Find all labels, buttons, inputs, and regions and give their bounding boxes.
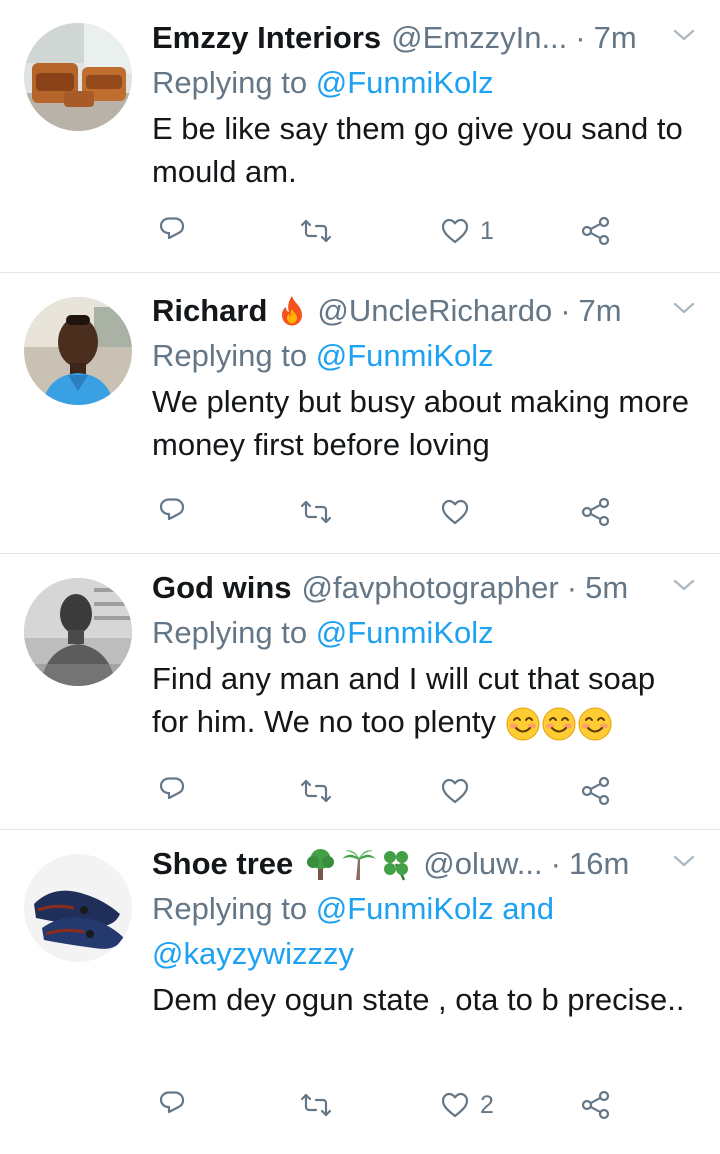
timestamp[interactable]: 5m bbox=[585, 568, 628, 608]
tweet-header: God wins @favphotographer · 5m bbox=[152, 568, 720, 608]
share-button[interactable] bbox=[580, 216, 610, 246]
like-button[interactable] bbox=[440, 497, 480, 527]
share-icon bbox=[581, 216, 610, 246]
tweet-text: We plenty but busy about making more mon… bbox=[152, 384, 690, 462]
tweet-text: Find any man and I will cut that soap fo… bbox=[152, 657, 720, 743]
mention-link[interactable]: @FunmiKolz and bbox=[316, 891, 554, 926]
heart-icon bbox=[441, 499, 469, 525]
timestamp[interactable]: 7m bbox=[579, 291, 622, 331]
separator: · bbox=[566, 570, 578, 605]
chevron-down-icon[interactable] bbox=[672, 297, 696, 319]
reply-icon bbox=[159, 1091, 185, 1114]
retweet-icon bbox=[300, 779, 332, 803]
author-handle[interactable]: @UncleRichardo bbox=[317, 291, 552, 331]
separator: · bbox=[550, 846, 561, 881]
author-handle[interactable]: @EmzzyIn... bbox=[391, 18, 567, 58]
smiling-face-emoji-icon bbox=[505, 706, 540, 741]
author-name[interactable]: Emzzy Interiors bbox=[152, 18, 381, 58]
retweet-button[interactable] bbox=[299, 216, 333, 246]
retweet-icon bbox=[300, 219, 332, 243]
replying-prefix: Replying to bbox=[152, 338, 308, 373]
tweet-header: Richard @UncleRichardo · 7m bbox=[152, 291, 720, 331]
tweet-actions bbox=[0, 776, 720, 810]
share-icon bbox=[581, 776, 610, 806]
tweet-actions: 1 bbox=[0, 216, 720, 250]
heart-icon bbox=[441, 218, 469, 244]
author-handle[interactable]: @oluw... bbox=[423, 844, 542, 884]
like-count: 2 bbox=[480, 1090, 494, 1119]
chevron-down-icon[interactable] bbox=[672, 574, 696, 596]
smiling-face-emoji-icon bbox=[577, 706, 612, 741]
tweet-4[interactable]: Shoe tree @oluw... · 16m Replying to @Fu… bbox=[0, 830, 720, 1154]
share-button[interactable] bbox=[580, 497, 610, 527]
replying-to: Replying to @FunmiKolz and @kayzywizzzy bbox=[152, 886, 720, 976]
tweet-body: Richard @UncleRichardo · 7m Replying to … bbox=[152, 291, 720, 466]
tweet-body: Shoe tree @oluw... · 16m Replying to @Fu… bbox=[152, 844, 720, 1021]
mention-link[interactable]: @FunmiKolz bbox=[316, 338, 494, 373]
replying-to: Replying to @FunmiKolz bbox=[152, 333, 720, 378]
timestamp[interactable]: 7m bbox=[594, 18, 637, 58]
replying-prefix: Replying to bbox=[152, 65, 308, 100]
timestamp[interactable]: 16m bbox=[569, 844, 629, 884]
avatar[interactable] bbox=[24, 854, 132, 962]
reply-button[interactable] bbox=[158, 776, 188, 806]
tweet-actions bbox=[0, 497, 720, 531]
replying-to: Replying to @FunmiKolz bbox=[152, 60, 720, 105]
reply-icon bbox=[159, 217, 185, 240]
tweet-actions: 2 bbox=[0, 1090, 720, 1124]
replying-prefix: Replying to bbox=[152, 615, 308, 650]
reply-button[interactable] bbox=[158, 216, 188, 246]
tweet-body: God wins @favphotographer · 5m Replying … bbox=[152, 568, 720, 743]
mention-link-2[interactable]: @kayzywizzzy bbox=[152, 936, 354, 971]
author-name[interactable]: Richard bbox=[152, 291, 267, 331]
tweet-3[interactable]: God wins @favphotographer · 5m Replying … bbox=[0, 554, 720, 830]
like-button[interactable] bbox=[440, 776, 480, 806]
share-button[interactable] bbox=[580, 776, 610, 806]
reply-icon bbox=[159, 777, 185, 800]
like-button[interactable]: 2 bbox=[440, 1090, 494, 1120]
share-icon bbox=[581, 497, 610, 527]
avatar[interactable] bbox=[24, 23, 132, 131]
like-count: 1 bbox=[480, 216, 494, 245]
retweet-icon bbox=[300, 500, 332, 524]
author-name[interactable]: God wins bbox=[152, 568, 292, 608]
retweet-button[interactable] bbox=[299, 497, 333, 527]
four-leaf-clover-emoji-icon bbox=[379, 847, 413, 881]
share-button[interactable] bbox=[580, 1090, 610, 1120]
reply-button[interactable] bbox=[158, 1090, 188, 1120]
smiling-face-emoji-icon bbox=[541, 706, 576, 741]
tweet-header: Shoe tree @oluw... · 16m bbox=[152, 844, 720, 884]
tree-emoji-icon bbox=[303, 847, 339, 881]
retweet-icon bbox=[300, 1093, 332, 1117]
heart-icon bbox=[441, 778, 469, 804]
retweet-button[interactable] bbox=[299, 776, 333, 806]
mention-link[interactable]: @FunmiKolz bbox=[316, 615, 494, 650]
avatar[interactable] bbox=[24, 578, 132, 686]
share-icon bbox=[581, 1090, 610, 1120]
tweet-body: Emzzy Interiors @EmzzyIn... · 7m Replyin… bbox=[152, 18, 720, 193]
reply-icon bbox=[159, 498, 185, 521]
like-button[interactable]: 1 bbox=[440, 216, 494, 246]
tweet-header: Emzzy Interiors @EmzzyIn... · 7m bbox=[152, 18, 720, 58]
tweet-text: Dem dey ogun state , ota to b precise.. bbox=[152, 982, 685, 1017]
separator: · bbox=[560, 293, 571, 328]
replying-prefix: Replying to bbox=[152, 891, 308, 926]
separator: · bbox=[575, 20, 586, 55]
tweet-2[interactable]: Richard @UncleRichardo · 7m Replying to … bbox=[0, 273, 720, 554]
replying-to: Replying to @FunmiKolz bbox=[152, 610, 720, 655]
fire-emoji-icon bbox=[277, 295, 307, 327]
author-handle[interactable]: @favphotographer bbox=[302, 568, 559, 608]
avatar[interactable] bbox=[24, 297, 132, 405]
heart-icon bbox=[441, 1092, 469, 1118]
reply-button[interactable] bbox=[158, 497, 188, 527]
palm-tree-emoji-icon bbox=[341, 847, 377, 881]
retweet-button[interactable] bbox=[299, 1090, 333, 1120]
author-name[interactable]: Shoe tree bbox=[152, 844, 293, 884]
mention-link[interactable]: @FunmiKolz bbox=[316, 65, 494, 100]
chevron-down-icon[interactable] bbox=[672, 850, 696, 872]
chevron-down-icon[interactable] bbox=[672, 24, 696, 46]
tweet-1[interactable]: Emzzy Interiors @EmzzyIn... · 7m Replyin… bbox=[0, 0, 720, 273]
tweet-text: E be like say them go give you sand to m… bbox=[152, 111, 683, 189]
